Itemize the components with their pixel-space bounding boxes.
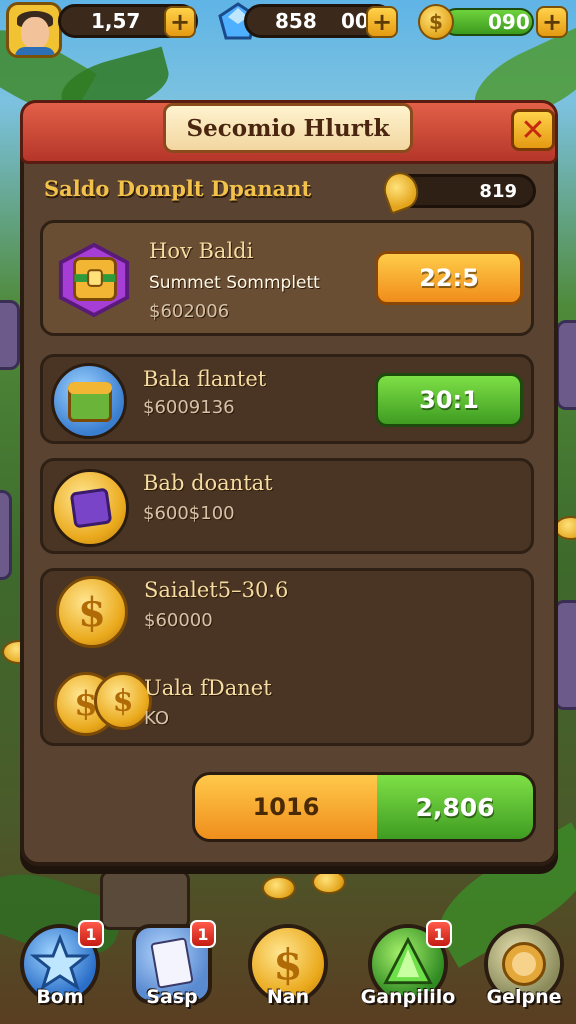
total-bar[interactable]: 1016 2,806 <box>192 772 536 842</box>
nav-label: Nan <box>266 986 310 1008</box>
offer-title: Saialet5–30.6 <box>144 578 289 602</box>
total-left-value[interactable]: 1016 <box>195 775 377 839</box>
offer-row-3[interactable]: Bab doantat $600$100 <box>40 458 534 554</box>
gems-value: 858 <box>275 9 317 33</box>
buy-button[interactable]: 30:1 <box>375 373 523 427</box>
level-plus-button[interactable]: + <box>164 6 196 38</box>
blue-chest-icon <box>51 363 127 439</box>
shop-modal: Secomio Hlurtk ✕ Saldo Domplt Dpanant 81… <box>20 100 558 866</box>
offer-price: $60000 <box>144 610 213 631</box>
bottom-nav: 1 Bom 1 Sasp $ Nan 1 Ganpililo Gelpne <box>0 920 576 1024</box>
offer-title: Uala fDanet <box>144 676 272 700</box>
balance-value: 819 <box>479 180 517 202</box>
nav-item-bom[interactable]: 1 Bom <box>14 920 106 1022</box>
top-hud: 1,57 + 858 00 + $ 090 + <box>0 0 576 58</box>
balance-label: Saldo Domplt Dpanant <box>44 176 312 201</box>
gems-plus-button[interactable]: + <box>366 6 398 38</box>
close-button[interactable]: ✕ <box>511 109 555 151</box>
coins-value: 090 <box>488 10 530 34</box>
modal-header: Secomio Hlurtk ✕ <box>20 100 558 164</box>
nav-label: Bom <box>36 986 84 1008</box>
offer-price: $6009136 <box>143 397 235 418</box>
nav-label: Gelpne <box>486 986 562 1008</box>
dollar-coin-icon: $ <box>56 576 128 648</box>
offer-price: $600$100 <box>143 503 235 524</box>
offer-subtitle: Summet Sommplett <box>149 273 320 293</box>
player-avatar[interactable] <box>6 2 62 58</box>
nav-item-gelpne[interactable]: Gelpne <box>478 922 570 1022</box>
nav-item-nan[interactable]: $ Nan <box>242 922 334 1022</box>
offer-price: KO <box>144 708 169 729</box>
offer-row-2[interactable]: Bala flantet $6009136 30:1 <box>40 354 534 444</box>
notification-badge: 1 <box>190 920 216 948</box>
notification-badge: 1 <box>78 920 104 948</box>
nav-item-sasp[interactable]: 1 Sasp <box>126 920 218 1022</box>
level-value: 1,57 <box>91 9 141 33</box>
offer-row-1[interactable]: Hov Baldi Summet Sommplett $602006 22:5 <box>40 220 534 336</box>
offer-title: Hov Baldi <box>149 239 254 263</box>
coins-plus-button[interactable]: + <box>536 6 568 38</box>
nav-label: Ganpililo <box>360 986 456 1008</box>
gold-coin-icon: $ <box>418 4 454 40</box>
nav-item-ganpililo[interactable]: 1 Ganpililo <box>361 920 455 1022</box>
total-right-value[interactable]: 2,806 <box>377 775 533 839</box>
offer-title: Bab doantat <box>143 471 273 495</box>
notification-badge: 1 <box>426 920 452 948</box>
offer-title: Bala flantet <box>143 367 267 391</box>
offer-price: $602006 <box>149 301 230 322</box>
nav-label: Sasp <box>146 986 198 1008</box>
gems-extra-value: 00 <box>341 9 369 33</box>
purple-cube-coin-icon <box>51 469 129 547</box>
modal-title: Secomio Hlurtk <box>163 103 413 153</box>
treasure-chest-icon <box>58 242 130 318</box>
buy-button[interactable]: 22:5 <box>375 251 523 305</box>
